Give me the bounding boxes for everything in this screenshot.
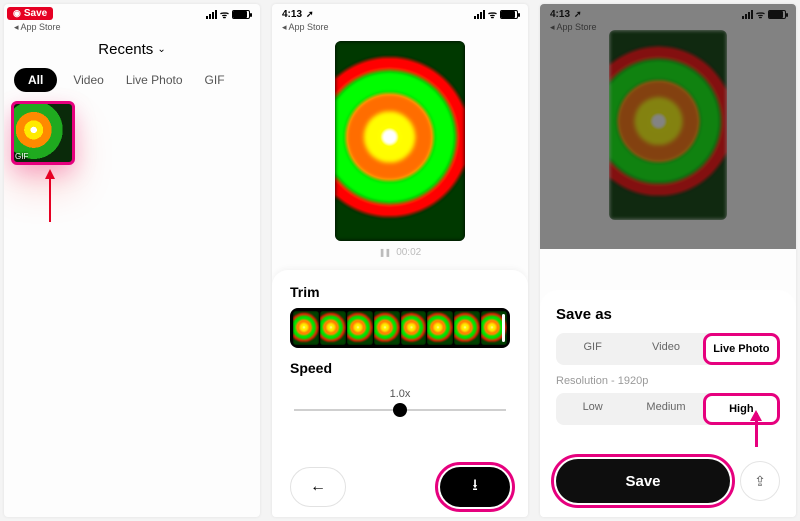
slider-thumb[interactable] <box>393 403 407 417</box>
cube-image <box>335 41 465 241</box>
playback-time: 00:02 <box>396 247 421 258</box>
quality-option-high[interactable]: High <box>705 395 778 423</box>
media-thumbnail[interactable]: GIF <box>12 102 74 164</box>
quality-option-medium[interactable]: Medium <box>629 393 702 425</box>
pin-label: Save <box>24 8 47 19</box>
signal-icon <box>474 10 485 19</box>
battery-icon <box>232 10 250 19</box>
chevron-down-icon: ⌄ <box>157 44 165 55</box>
modal-backdrop[interactable] <box>540 4 796 249</box>
playback-controls: 00:02 <box>379 247 421 258</box>
media-type-tabs: All Video Live Photo GIF <box>4 68 260 102</box>
wifi-icon: ᯤ <box>220 7 229 21</box>
download-icon: ⭳ <box>472 474 478 501</box>
back-to-appstore[interactable]: App Store <box>4 22 260 35</box>
save-button-label: Save <box>625 473 660 490</box>
share-icon: ⇪ <box>754 473 766 490</box>
screen-editor: 4:13 ➚ ᯤ App Store 00:02 Trim <box>272 4 528 517</box>
format-option-video[interactable]: Video <box>629 333 702 365</box>
format-segmented-control: GIF Video Live Photo <box>556 333 780 365</box>
format-option-gif[interactable]: GIF <box>556 333 629 365</box>
quality-segmented-control: Low Medium High <box>556 393 780 425</box>
tab-live-photo[interactable]: Live Photo <box>120 68 189 92</box>
share-button[interactable]: ⇪ <box>740 461 780 501</box>
screen-library: Save ᯤ App Store Recents ⌄ All Video Liv… <box>4 4 260 517</box>
album-picker[interactable]: Recents ⌄ <box>4 35 260 68</box>
edit-panel: Trim Speed 1.0x ← ⭳ <box>272 270 528 517</box>
annotation-arrow-icon <box>49 172 51 222</box>
signal-icon <box>206 10 217 19</box>
speed-slider[interactable] <box>294 400 506 420</box>
annotation-arrow-icon <box>755 413 758 447</box>
resolution-label: Resolution - 1920p <box>556 375 780 387</box>
wifi-icon: ᯤ <box>488 7 497 21</box>
speed-label: Speed <box>290 360 510 376</box>
video-preview[interactable] <box>335 41 465 241</box>
thumbnail-type-badge: GIF <box>15 152 28 161</box>
tab-gif[interactable]: GIF <box>199 68 231 92</box>
sheet-title: Save as <box>556 306 780 323</box>
pause-icon[interactable] <box>379 247 390 258</box>
quality-option-low[interactable]: Low <box>556 393 629 425</box>
pinterest-save-button[interactable]: Save <box>7 7 53 20</box>
status-bar: 4:13 ➚ ᯤ <box>272 4 528 22</box>
album-title: Recents <box>98 41 153 58</box>
back-button[interactable]: ← <box>290 467 346 507</box>
status-time: 4:13 <box>282 9 302 20</box>
battery-icon <box>500 10 518 19</box>
download-button[interactable]: ⭳ <box>440 467 510 507</box>
back-to-appstore[interactable]: App Store <box>272 22 528 35</box>
save-as-sheet: Save as GIF Video Live Photo Resolution … <box>540 290 796 517</box>
arrow-left-icon: ← <box>310 478 326 496</box>
trim-label: Trim <box>290 284 510 300</box>
tab-all[interactable]: All <box>14 68 57 92</box>
format-option-live-photo[interactable]: Live Photo <box>705 335 778 363</box>
speed-value: 1.0x <box>290 388 510 400</box>
save-button[interactable]: Save <box>556 459 730 503</box>
location-icon: ➚ <box>306 9 314 20</box>
screen-save-sheet: 4:13 ➚ ᯤ App Store Save as GIF Video Liv… <box>540 4 796 517</box>
tab-video[interactable]: Video <box>67 68 109 92</box>
trim-filmstrip[interactable] <box>290 308 510 348</box>
